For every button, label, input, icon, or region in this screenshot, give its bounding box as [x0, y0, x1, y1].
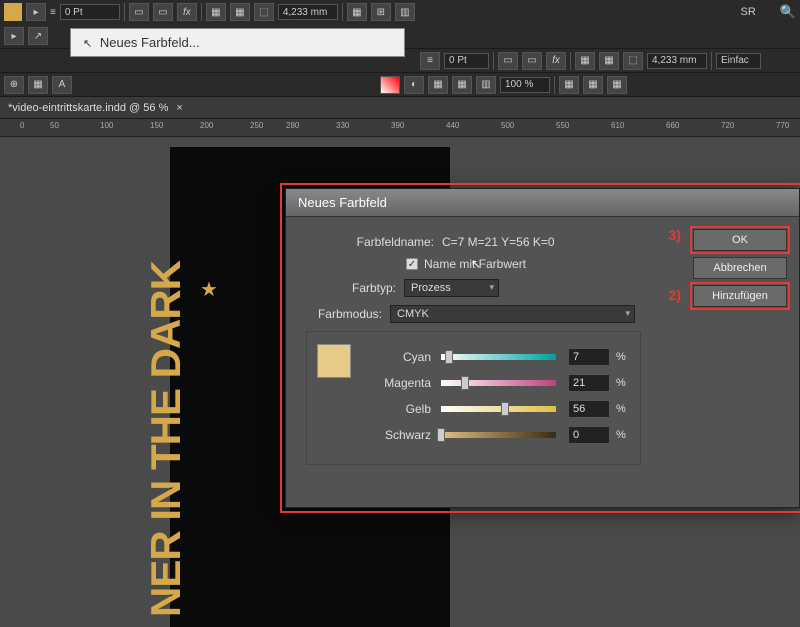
gradient-icon[interactable] — [380, 76, 400, 94]
tool-btn[interactable]: ▥ — [395, 3, 415, 21]
black-input[interactable] — [568, 426, 610, 444]
tool-btn[interactable]: ▭ — [129, 3, 149, 21]
tool-btn[interactable]: ▦ — [347, 3, 367, 21]
black-label: Schwarz — [375, 428, 431, 442]
menu-new-swatch[interactable]: ↖ Neues Farbfeld... — [71, 29, 404, 56]
stroke-weight-icon: ≡ — [50, 7, 56, 18]
tool-btn[interactable]: ◐ — [404, 76, 424, 94]
color-type-label: Farbtyp: — [324, 281, 396, 295]
magenta-input[interactable] — [568, 374, 610, 392]
stroke-input-2[interactable] — [444, 53, 489, 69]
tool-btn[interactable]: ⬚ — [623, 52, 643, 70]
swatch-name-value: C=7 M=21 Y=56 K=0 — [442, 235, 555, 249]
pct-label: % — [616, 377, 626, 389]
tool-btn[interactable]: ▦ — [583, 76, 603, 94]
color-preview-swatch — [317, 344, 351, 378]
magenta-slider[interactable] — [441, 380, 556, 386]
yellow-slider[interactable] — [441, 406, 556, 412]
annotation-3: 3) — [669, 227, 681, 243]
tool-btn[interactable]: ▦ — [206, 3, 226, 21]
annotation-2: 2) — [669, 287, 681, 303]
swatch-name-label: Farbfeldname: — [324, 235, 434, 249]
cancel-button[interactable]: Abbrechen — [693, 257, 787, 279]
yellow-input[interactable] — [568, 400, 610, 418]
horizontal-ruler: 0 50 100 150 200 250 280 330 390 440 500… — [0, 119, 800, 137]
add-button[interactable]: Hinzufügen — [693, 285, 787, 307]
pct-label: % — [616, 351, 626, 363]
search-icon[interactable]: 🔍 — [780, 4, 796, 20]
close-icon[interactable]: × — [176, 102, 182, 114]
yellow-label: Gelb — [375, 402, 431, 416]
tool-btn[interactable]: ▸ — [4, 27, 24, 45]
cursor-icon: ↖ — [471, 257, 481, 271]
text-input[interactable] — [716, 53, 761, 69]
tool-btn[interactable]: ▭ — [498, 52, 518, 70]
tool-btn[interactable]: ▦ — [575, 52, 595, 70]
color-type-dropdown[interactable]: Prozess — [404, 279, 499, 297]
tool-btn[interactable]: ▦ — [230, 3, 250, 21]
tool-btn[interactable]: ▥ — [476, 76, 496, 94]
tool-btn[interactable]: ⊞ — [371, 3, 391, 21]
new-swatch-dialog: Neues Farbfeld Farbfeldname: C=7 M=21 Y=… — [285, 188, 800, 508]
tool-btn[interactable]: ▭ — [153, 3, 173, 21]
swatch-menu: ↖ Neues Farbfeld... — [70, 28, 405, 57]
lang-label: SR — [741, 6, 756, 18]
cyan-label: Cyan — [375, 350, 431, 364]
zoom-input[interactable] — [500, 77, 550, 93]
tool-btn[interactable]: ▦ — [599, 52, 619, 70]
star-icon: ★ — [200, 277, 218, 302]
document-tab-bar: *video-eintrittskarte.indd @ 56 % × — [0, 97, 800, 119]
black-slider[interactable] — [441, 432, 556, 438]
cursor-icon: ↖ — [83, 38, 92, 50]
dialog-button-column: OK Abbrechen Hinzufügen — [693, 229, 787, 307]
magenta-label: Magenta — [375, 376, 431, 390]
document-headline: NER IN THE DARK — [142, 261, 190, 617]
tool-btn[interactable]: ≡ — [420, 52, 440, 70]
tool-btn[interactable]: ▦ — [452, 76, 472, 94]
measure-input[interactable] — [278, 4, 338, 20]
color-mode-dropdown[interactable]: CMYK — [390, 305, 635, 323]
tool-btn[interactable]: ⬚ — [254, 3, 274, 21]
pct-label: % — [616, 403, 626, 415]
toolbar-icon[interactable]: ▸ — [26, 3, 46, 21]
dialog-title: Neues Farbfeld — [286, 189, 799, 217]
tool-btn[interactable]: ▭ — [522, 52, 542, 70]
ok-button[interactable]: OK — [693, 229, 787, 251]
tool-btn[interactable]: ⊕ — [4, 76, 24, 94]
tool-btn[interactable]: ▦ — [28, 76, 48, 94]
measure-input-2[interactable] — [647, 53, 707, 69]
document-tab[interactable]: *video-eintrittskarte.indd @ 56 % — [8, 102, 168, 114]
fx-icon[interactable]: fx — [177, 3, 197, 21]
tool-btn[interactable]: A — [52, 76, 72, 94]
tool-btn[interactable]: ▦ — [607, 76, 627, 94]
stroke-input[interactable] — [60, 4, 120, 20]
tool-btn[interactable]: ▦ — [559, 76, 579, 94]
cmyk-sliders: Cyan % Magenta % Gelb % Schwarz — [306, 331, 641, 465]
tool-btn[interactable]: ▦ — [428, 76, 448, 94]
fill-swatch[interactable] — [4, 3, 22, 21]
name-with-value-checkbox[interactable]: ✓ — [406, 258, 418, 270]
cyan-input[interactable] — [568, 348, 610, 366]
fx-icon[interactable]: fx — [546, 52, 566, 70]
tool-btn[interactable]: ↗ — [28, 27, 48, 45]
pct-label: % — [616, 429, 626, 441]
color-mode-label: Farbmodus: — [306, 307, 382, 321]
cyan-slider[interactable] — [441, 354, 556, 360]
